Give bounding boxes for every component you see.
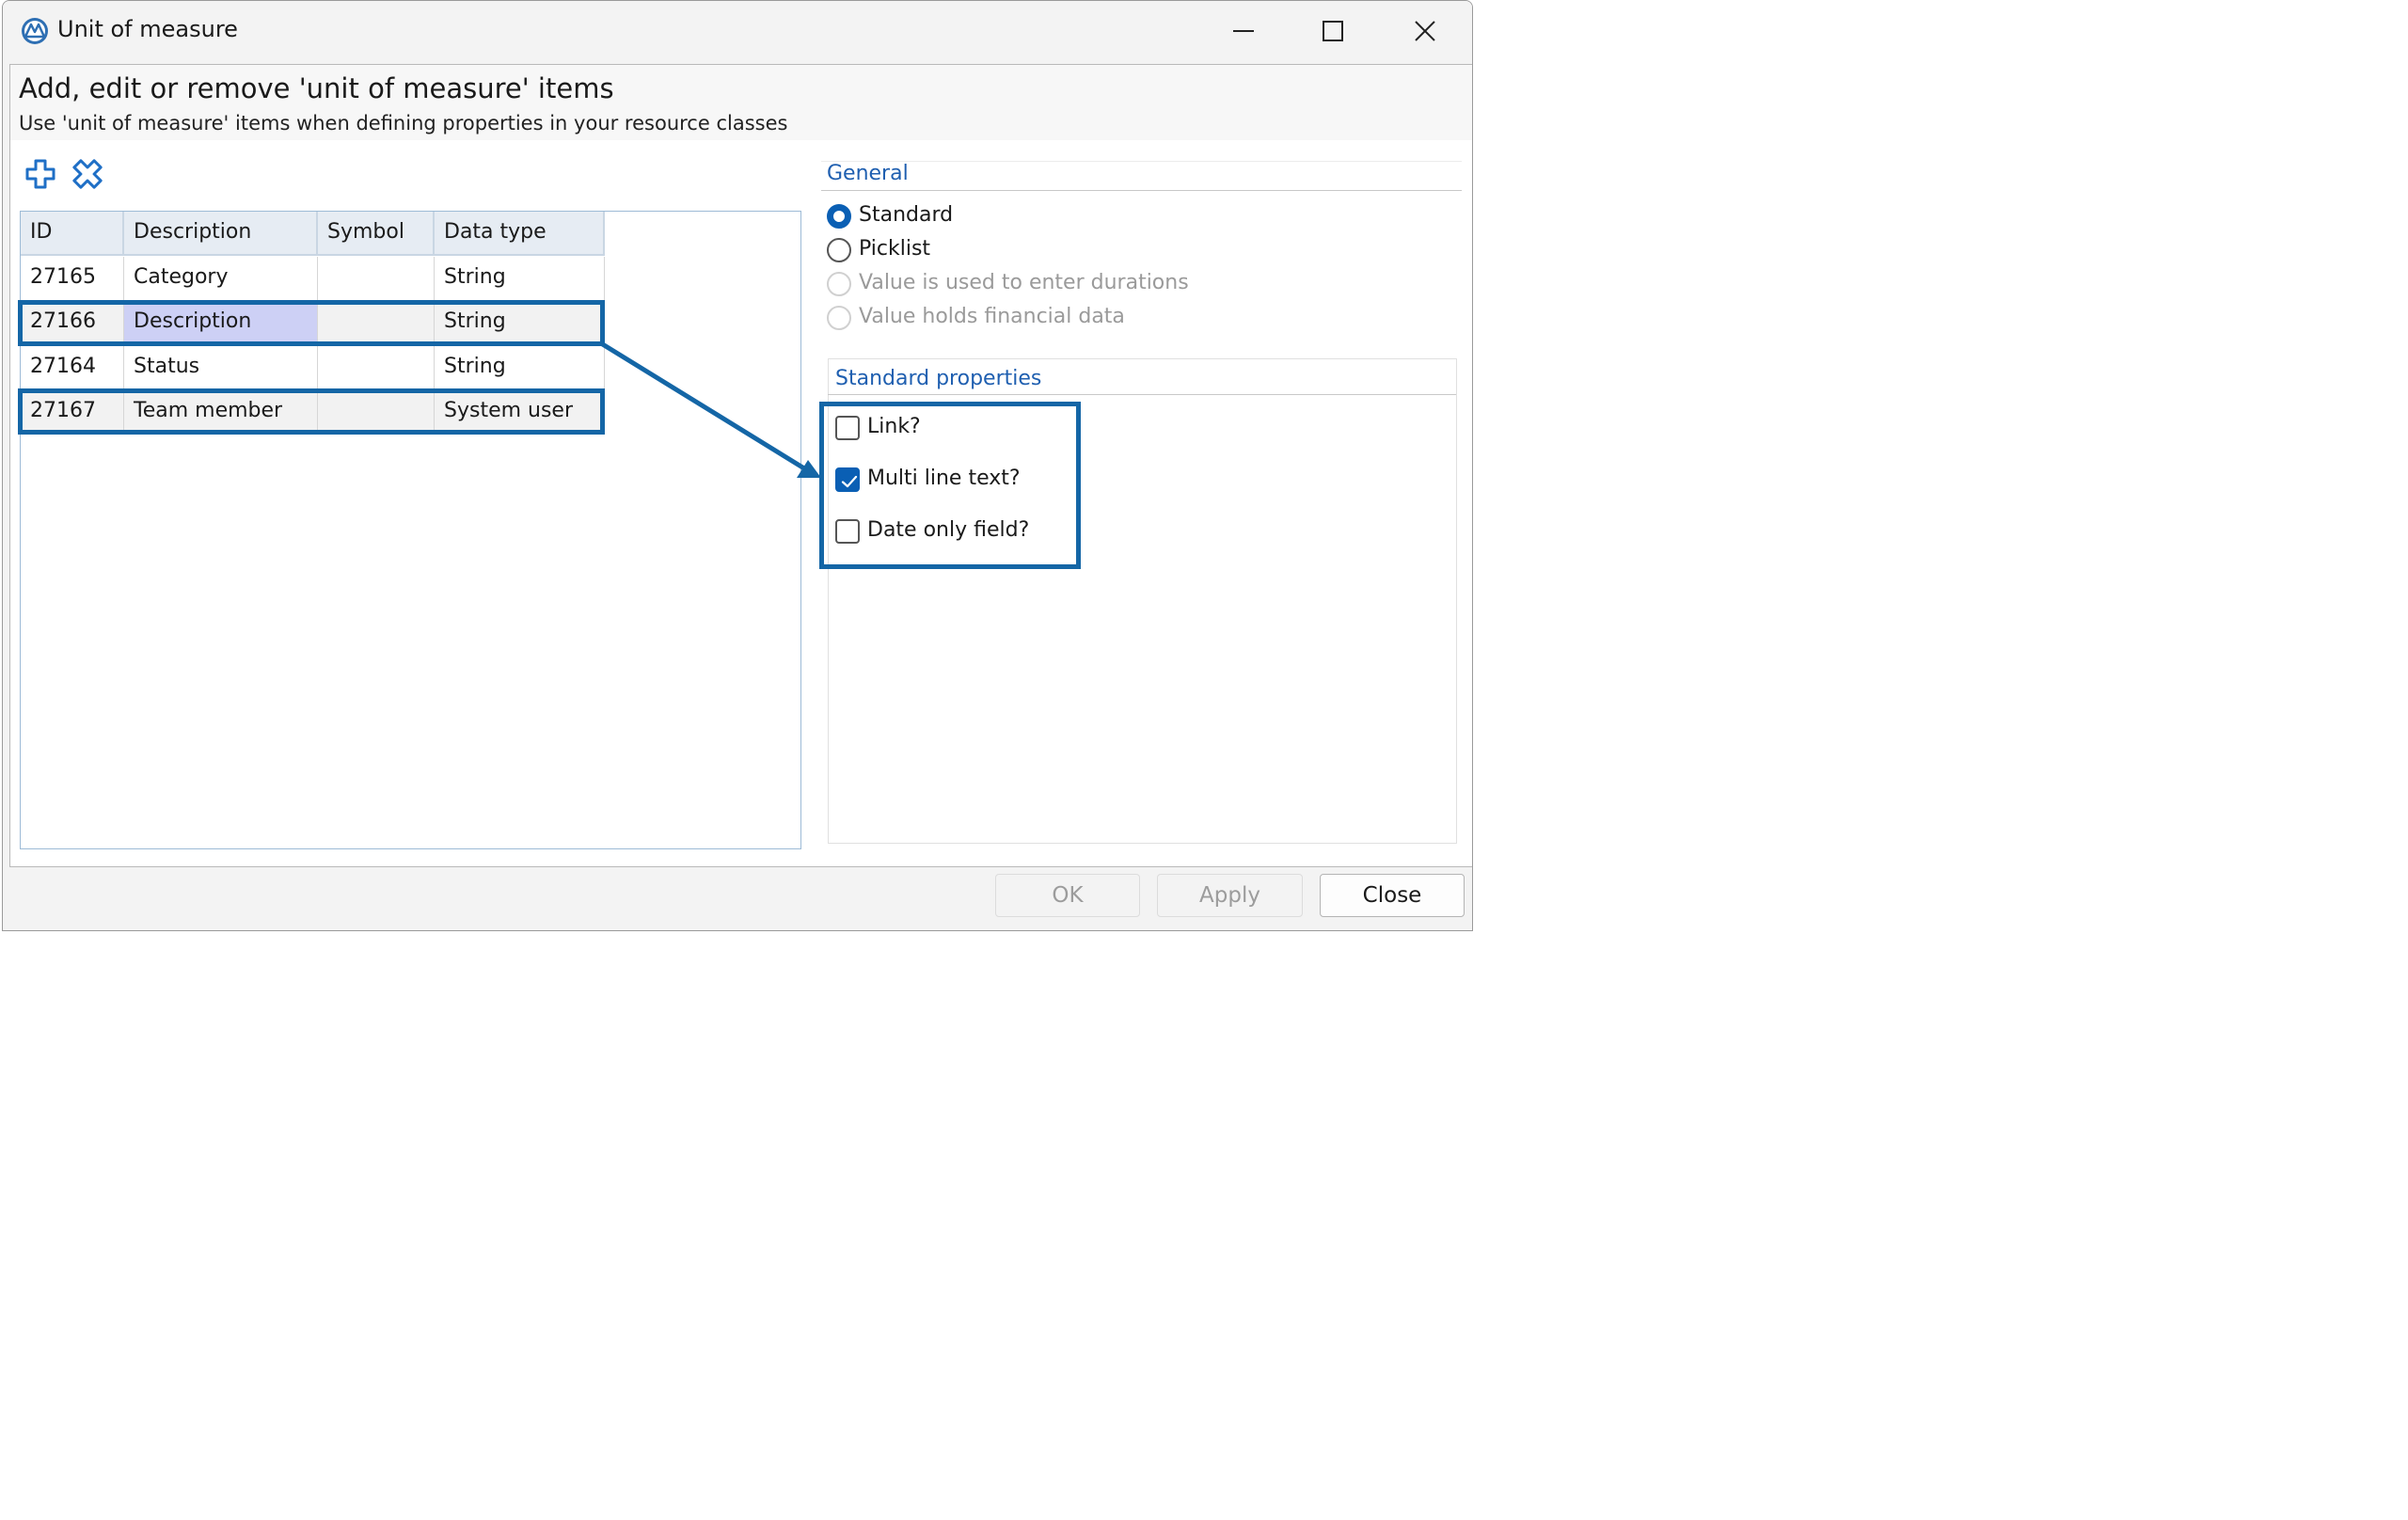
annotation-arrow-icon: [599, 340, 821, 478]
dialog-window: Unit of measure Add, edit or remove 'uni…: [2, 0, 1473, 931]
ok-button[interactable]: OK: [995, 874, 1140, 917]
close-button[interactable]: Close: [1320, 874, 1465, 917]
apply-button[interactable]: Apply: [1157, 874, 1303, 917]
